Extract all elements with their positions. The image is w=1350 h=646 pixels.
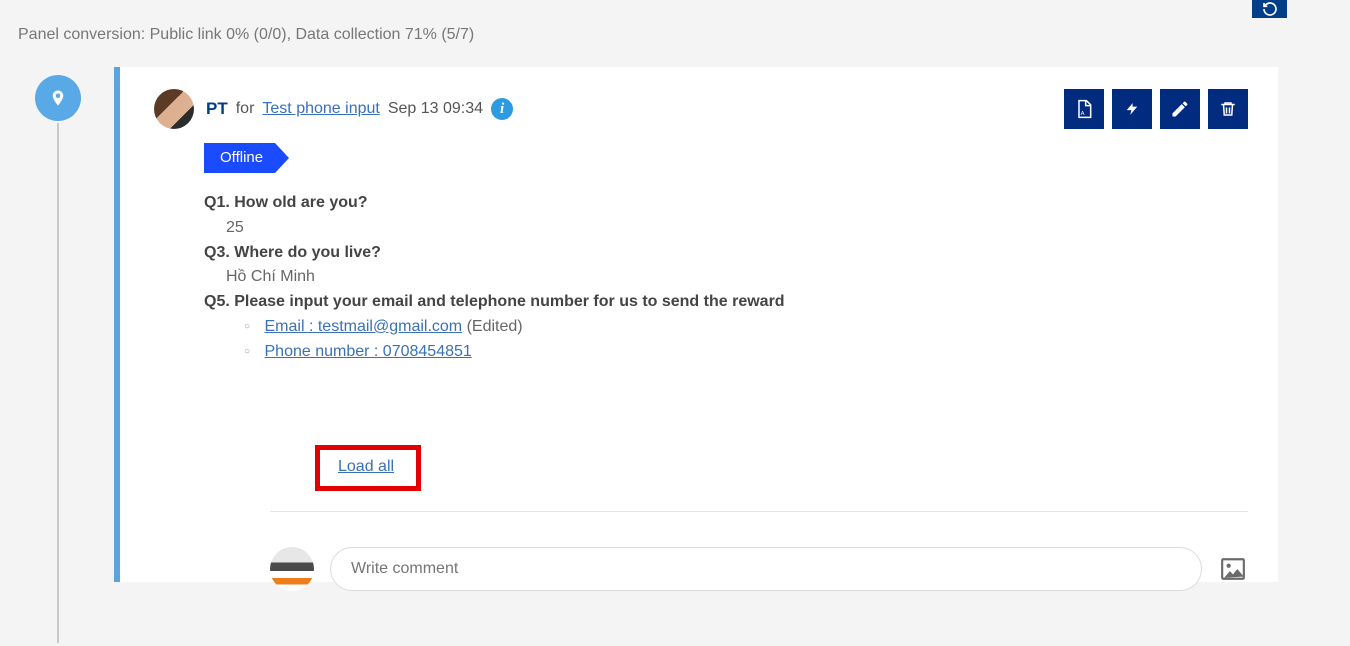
export-pdf-button[interactable]: A	[1064, 89, 1104, 129]
answer-1: 25	[226, 216, 1248, 241]
info-icon[interactable]: i	[491, 98, 513, 120]
timeline-marker	[35, 75, 81, 121]
answer-5-email-row: Email : testmail@gmail.com (Edited)	[244, 315, 1248, 340]
phone-link[interactable]: Phone number : 0708454851	[265, 343, 472, 360]
edit-button[interactable]	[1160, 89, 1200, 129]
card-header: PT for Test phone input Sep 13 09:34 i A	[154, 89, 1248, 129]
answer-3: Hồ Chí Minh	[226, 265, 1248, 290]
timeline	[35, 75, 81, 643]
quick-action-button[interactable]	[1112, 89, 1152, 129]
for-label: for	[236, 100, 255, 118]
svg-text:A: A	[1081, 111, 1085, 117]
answer-5-phone-row: Phone number : 0708454851	[244, 340, 1248, 365]
edited-label: (Edited)	[467, 318, 523, 335]
pencil-icon	[1170, 99, 1190, 119]
pin-icon	[49, 87, 67, 109]
timestamp: Sep 13 09:34	[388, 100, 483, 118]
load-all-link[interactable]: Load all	[338, 458, 394, 475]
load-all-highlight: Load all	[315, 445, 421, 491]
refresh-button[interactable]	[1252, 0, 1287, 18]
question-5: Q5. Please input your email and telephon…	[204, 290, 1248, 315]
pdf-icon: A	[1074, 98, 1094, 120]
refresh-icon	[1262, 1, 1278, 17]
card-actions: A	[1064, 89, 1248, 129]
panel-conversion-text: Panel conversion: Public link 0% (0/0), …	[18, 26, 474, 44]
comment-input[interactable]	[330, 547, 1202, 591]
status-badge: Offline	[204, 143, 275, 173]
question-3: Q3. Where do you live?	[204, 241, 1248, 266]
delete-button[interactable]	[1208, 89, 1248, 129]
divider	[270, 511, 1248, 512]
comment-avatar	[270, 547, 314, 591]
qa-block: Q1. How old are you? 25 Q3. Where do you…	[204, 191, 1248, 365]
email-link[interactable]: Email : testmail@gmail.com	[265, 318, 463, 335]
image-icon[interactable]	[1218, 556, 1248, 582]
question-1: Q1. How old are you?	[204, 191, 1248, 216]
response-card: PT for Test phone input Sep 13 09:34 i A	[114, 67, 1278, 582]
lightning-icon	[1125, 98, 1139, 120]
trash-icon	[1219, 99, 1237, 119]
project-link[interactable]: Test phone input	[262, 100, 379, 118]
user-avatar[interactable]	[154, 89, 194, 129]
user-name[interactable]: PT	[206, 99, 228, 119]
comment-row	[270, 547, 1248, 591]
